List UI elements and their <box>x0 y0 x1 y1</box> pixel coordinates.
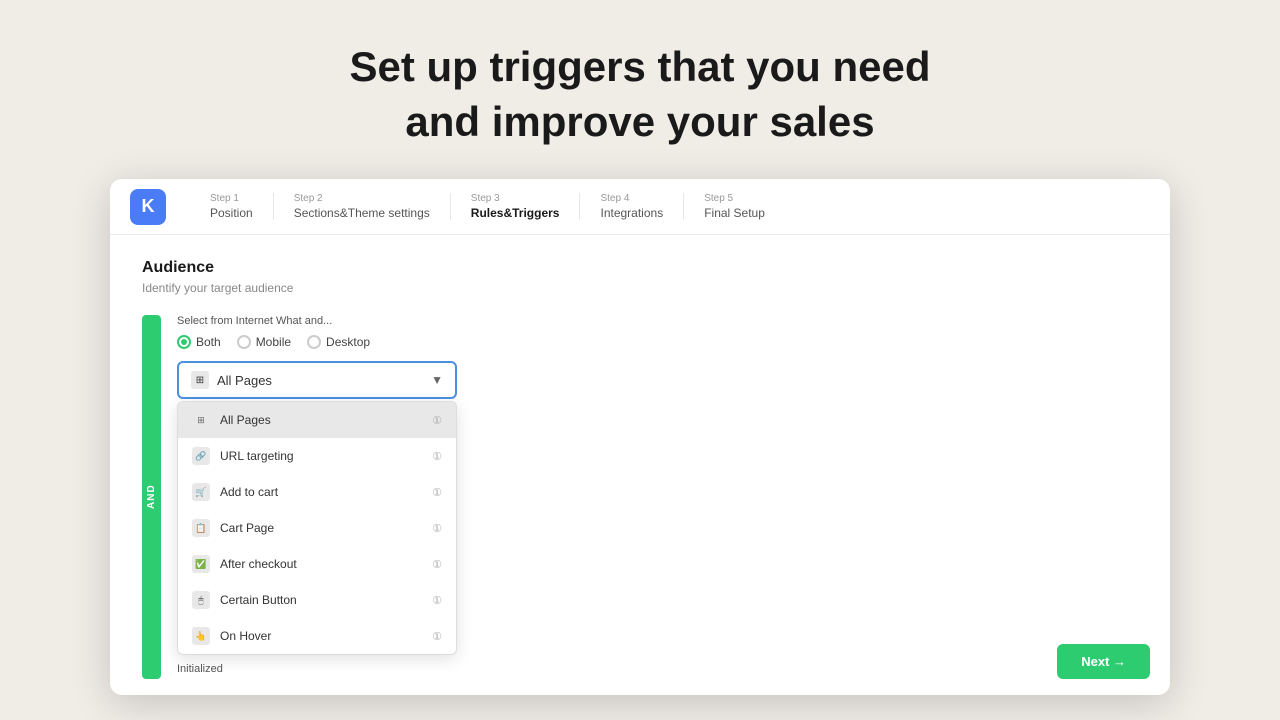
main-panel: Audience Identify your target audience A… <box>110 235 1170 695</box>
radio-desktop[interactable]: Desktop <box>307 335 370 349</box>
app-window: K Step 1 Position Step 2 Sections&Theme … <box>110 179 1170 695</box>
step-4: Step 4 Integrations <box>580 193 684 220</box>
and-badge: AND <box>142 315 161 679</box>
radio-both[interactable]: Both <box>177 335 221 349</box>
audience-block: Select from Internet What and... Both Mo… <box>177 315 1138 679</box>
radio-mobile-circle <box>237 335 251 349</box>
top-bar: K Step 1 Position Step 2 Sections&Theme … <box>110 179 1170 235</box>
row1-label: Select from Internet What and... <box>177 315 1138 327</box>
audience-title: Audience <box>142 259 1138 277</box>
dropdown-item-all-pages[interactable]: ⊞ All Pages ① <box>178 402 456 438</box>
radio-both-circle <box>177 335 191 349</box>
audience-subtitle: Identify your target audience <box>142 281 1138 295</box>
row2-label: Initialized <box>177 655 1138 679</box>
dropdown-wrapper: ⊞ All Pages ▼ ⊞ All Pages ① <box>177 361 1138 655</box>
step-2: Step 2 Sections&Theme settings <box>274 193 451 220</box>
next-button[interactable]: Next → <box>1057 644 1150 679</box>
step-5: Step 5 Final Setup <box>684 193 785 220</box>
dropdown-item-add-to-cart[interactable]: 🛒 Add to cart ① <box>178 474 456 510</box>
url-targeting-icon: 🔗 <box>192 447 210 465</box>
content-area: Audience Identify your target audience A… <box>110 235 1170 695</box>
on-hover-icon: 👆 <box>192 627 210 645</box>
pages-dropdown[interactable]: ⊞ All Pages ▼ <box>177 361 457 399</box>
audience-row: AND Select from Internet What and... Bot… <box>142 315 1138 679</box>
pages-icon: ⊞ <box>191 371 209 389</box>
dropdown-item-certain-button[interactable]: 🖱 Certain Button ① <box>178 582 456 618</box>
dropdown-item-on-hover[interactable]: 👆 On Hover ① <box>178 618 456 654</box>
radio-group: Both Mobile Desktop <box>177 335 1138 349</box>
page-title: Set up triggers that you need and improv… <box>349 40 930 149</box>
steps: Step 1 Position Step 2 Sections&Theme se… <box>190 193 1150 220</box>
step-1: Step 1 Position <box>190 193 274 220</box>
page-header: Set up triggers that you need and improv… <box>329 0 950 179</box>
logo-letter: K <box>142 196 155 217</box>
radio-mobile[interactable]: Mobile <box>237 335 291 349</box>
after-checkout-icon: ✅ <box>192 555 210 573</box>
logo: K <box>130 189 166 225</box>
cart-page-icon: 📋 <box>192 519 210 537</box>
dropdown-item-cart-page[interactable]: 📋 Cart Page ① <box>178 510 456 546</box>
certain-button-icon: 🖱 <box>192 591 210 609</box>
dropdown-item-url-targeting[interactable]: 🔗 URL targeting ① <box>178 438 456 474</box>
step-3: Step 3 Rules&Triggers <box>451 193 581 220</box>
add-to-cart-icon: 🛒 <box>192 483 210 501</box>
dropdown-trigger-inner: ⊞ All Pages <box>191 371 272 389</box>
chevron-down-icon: ▼ <box>431 373 443 387</box>
dropdown-item-after-checkout[interactable]: ✅ After checkout ① <box>178 546 456 582</box>
dropdown-menu: ⊞ All Pages ① 🔗 URL targeting ① 🛒 <box>177 401 457 655</box>
radio-desktop-circle <box>307 335 321 349</box>
all-pages-icon: ⊞ <box>192 411 210 429</box>
